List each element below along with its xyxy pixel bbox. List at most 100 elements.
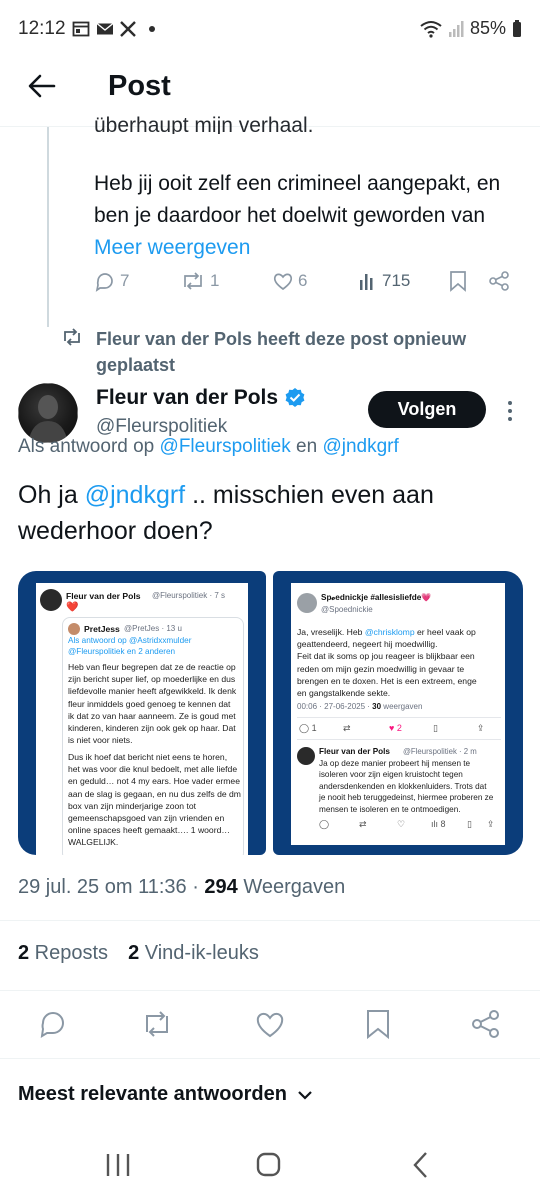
status-bar: 12:12 85% xyxy=(0,0,540,60)
repost-count: 1 xyxy=(210,271,220,290)
quoted-line: ik dat zo van haar aanneem. Ze is goud m… xyxy=(68,710,236,721)
quoted-line: gemeenschapsgoed van zijn vrienden en xyxy=(68,813,225,824)
replies-sort-label: Meest relevante antwoorden xyxy=(18,1083,287,1105)
x-logo-icon xyxy=(120,21,136,37)
bookmark-icon[interactable] xyxy=(362,1008,394,1040)
reply-icon[interactable] xyxy=(38,1008,70,1040)
reply-to-line: Als antwoord op @Fleurspolitiek en @jndk… xyxy=(18,436,399,458)
screenshot-views-count: 30 xyxy=(372,702,382,711)
screenshot-reply-count: 1 xyxy=(311,723,317,733)
previous-post-body: Heb jij ooit zelf een crimineel aangepak… xyxy=(94,172,501,227)
screenshot-reply-actions: ◯ xyxy=(319,819,330,829)
screenshot-date: 00:06 · 27-06-2025 · 30 weergaven xyxy=(297,701,422,713)
home-icon[interactable] xyxy=(250,1150,286,1180)
post-text-prefix: Oh ja xyxy=(18,481,85,509)
verified-badge-icon xyxy=(285,388,305,407)
back-nav-icon[interactable] xyxy=(402,1150,438,1180)
status-right: 85% xyxy=(420,18,522,39)
divider xyxy=(0,1058,540,1059)
view-count: 715 xyxy=(382,271,411,290)
quoted-line: WALGELIJK. xyxy=(68,837,119,848)
screenshot-avatar xyxy=(40,589,62,611)
screenshot-reply-views-count: 8 xyxy=(440,819,446,829)
post-text: Oh ja @jndkgrf .. misschien even aan wed… xyxy=(18,477,528,549)
divider xyxy=(0,920,540,921)
quoted-line: en geduld… not 4 my ears. Hoe vader erme… xyxy=(68,776,240,787)
replies-sort-dropdown[interactable]: Meest relevante antwoorden xyxy=(18,1083,313,1106)
back-button[interactable] xyxy=(22,66,62,106)
signal-icon xyxy=(448,20,464,37)
views-button[interactable]: 715 xyxy=(358,270,410,292)
show-more-link[interactable]: Meer weergeven xyxy=(94,236,250,259)
post-mention[interactable]: @jndkgrf xyxy=(85,481,185,509)
repost-button[interactable]: 1 xyxy=(180,270,219,292)
like-button[interactable]: 6 xyxy=(272,270,307,292)
reply-to-user-2[interactable]: @jndkgrf xyxy=(322,436,398,457)
likes-count: 2 xyxy=(128,942,140,964)
quoted-line: box van zijn minderjarige zoon tot xyxy=(68,800,197,811)
quoted-paragraph-1: Heb van fleur begrepen dat ze de reactie… xyxy=(68,661,244,746)
share-icon[interactable] xyxy=(470,1008,502,1040)
likes-stat[interactable]: 2 Vind-ik-leuks xyxy=(128,942,259,965)
screenshot-avatar-2 xyxy=(297,593,317,613)
more-options-icon[interactable] xyxy=(500,398,520,424)
screenshot-reply-line: mensen te isoleren en te ontmoedigen. xyxy=(319,804,461,814)
screenshot-text-2: Ja, vreselijk. Heb @chrisklomp er heel v… xyxy=(297,626,503,699)
author-avatar[interactable] xyxy=(18,383,78,443)
reply-count: 7 xyxy=(120,271,130,290)
quoted-line: kinderen, kinderen zijn ook gek op haar.… xyxy=(68,723,236,734)
reply-button[interactable]: 7 xyxy=(94,270,129,292)
screenshot-reply-avatar xyxy=(297,747,315,765)
page-title: Post xyxy=(108,70,171,102)
quoted-line: het was voor die knul bedoelt, met alle … xyxy=(68,764,238,775)
repost-icon[interactable] xyxy=(140,1008,172,1040)
screenshot-reply-views: ılı 8 xyxy=(431,819,446,829)
screenshot-like-stat: ♥ 2 xyxy=(389,723,402,733)
quoted-line: aan de slag is gegaan, en nu dus zelfs d… xyxy=(68,788,241,799)
quoted-line: Dus ik hoef dat bericht niet eens te hor… xyxy=(68,752,228,762)
reply-to-user-1[interactable]: @Fleurspolitiek xyxy=(160,436,291,457)
follow-button[interactable]: Volgen xyxy=(368,391,486,428)
media-image-left[interactable]: Fleur van der Pols @Fleurspolitiek · 7 s… xyxy=(18,571,266,855)
screenshot-reply-repost: ⇄ xyxy=(359,819,367,829)
screenshot-reply-name: Fleur van der Pols xyxy=(319,747,390,756)
screenshot-date-text: 00:06 · 27-06-2025 · xyxy=(297,702,373,711)
reposts-stat[interactable]: 2 Reposts xyxy=(18,942,108,965)
system-nav-bar xyxy=(0,1130,540,1199)
recent-apps-icon[interactable] xyxy=(100,1150,136,1180)
screenshot-right: Sp𝓸ednickje #allesisliefde💗 @Spoednickie… xyxy=(291,583,505,845)
author-name[interactable]: Fleur van der Pols xyxy=(96,386,306,410)
screenshot-repost-stat: ⇄ xyxy=(343,723,351,733)
post-datetime: 29 jul. 25 om 11:36 · xyxy=(18,876,205,898)
screenshot-divider xyxy=(297,717,501,718)
quoted-line: fleur inmiddels goed genoeg te kennen da… xyxy=(68,698,231,709)
previous-post-text: Heb jij ooit zelf een crimineel aangepak… xyxy=(94,168,524,264)
quoted-handle: @PretJes · 13 u xyxy=(124,624,182,633)
heart-icon xyxy=(273,273,293,291)
arrow-left-icon xyxy=(28,74,56,98)
bookmark-icon[interactable] xyxy=(448,270,468,292)
text-a-link: @chrisklomp xyxy=(364,627,415,637)
screenshot-text-line: geattendeerd, negeert hij moedwillig. xyxy=(297,639,438,650)
text-a: Ja, vreselijk. Heb xyxy=(297,627,365,637)
media-image-right[interactable]: Sp𝓸ednickje #allesisliefde💗 @Spoednickie… xyxy=(273,571,523,855)
reply-to-joiner: en xyxy=(290,436,323,457)
reposts-label: Reposts xyxy=(29,942,109,964)
reposts-count: 2 xyxy=(18,942,30,964)
repost-icon xyxy=(64,328,80,346)
screenshot-heart: ❤️ xyxy=(66,602,79,613)
quoted-avatar xyxy=(68,623,80,635)
share-icon[interactable] xyxy=(488,270,510,292)
heart-icon[interactable] xyxy=(254,1008,286,1040)
quoted-paragraph-2: Dus ik hoef dat bericht niet eens te hor… xyxy=(68,751,244,849)
screenshot-bookmark-stat: ▯ xyxy=(433,723,438,733)
likes-label: Vind-ik-leuks xyxy=(139,942,259,964)
screenshot-name-2: Sp𝓸ednickje #allesisliefde💗 xyxy=(321,593,432,602)
repost-label-text: Fleur van der Pols heeft deze post opnie… xyxy=(96,329,467,375)
screenshot-left: Fleur van der Pols @Fleurspolitiek · 7 s… xyxy=(36,583,248,855)
screenshot-reply-bookmark: ▯ xyxy=(467,819,472,829)
author-handle[interactable]: @Fleurspolitiek xyxy=(96,416,227,438)
screenshot-name: Fleur van der Pols xyxy=(66,591,141,601)
screenshot-reply-line: Ja op deze manier probeert hij mensen te xyxy=(319,759,471,768)
screenshot-handle-2: @Spoednickie xyxy=(321,605,373,614)
